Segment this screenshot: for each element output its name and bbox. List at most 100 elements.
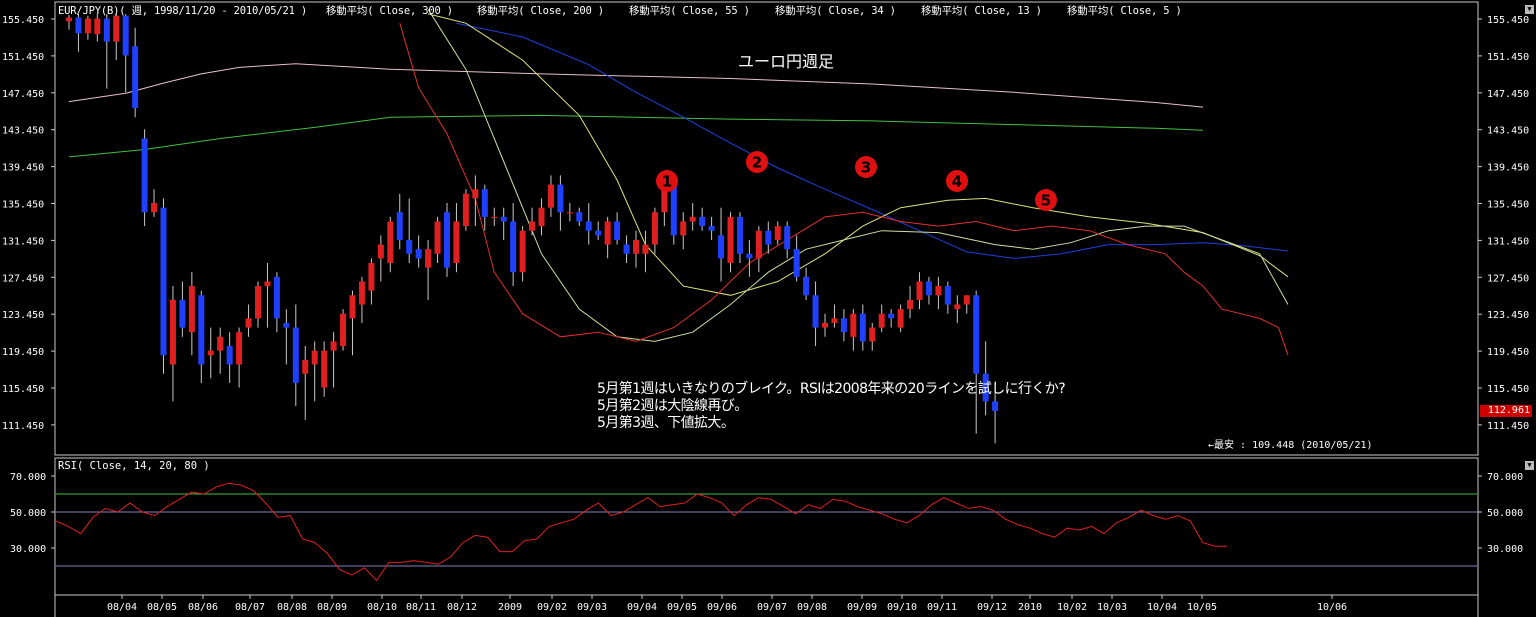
price-tick-label-left: 111.450: [2, 421, 44, 432]
candle-body: [916, 281, 923, 300]
candle-body: [491, 216, 498, 219]
candle-body: [481, 189, 488, 217]
price-tick-label-left: 115.450: [2, 384, 44, 395]
candle-body: [198, 295, 205, 365]
x-tick-label: 08/07: [235, 602, 265, 613]
ma-label-55: 移動平均( Close, 55 ): [629, 5, 750, 17]
candle-body: [793, 249, 800, 277]
marker-number-5: 5: [1041, 192, 1051, 210]
candle-body: [113, 15, 120, 42]
ma-line-55: [456, 22, 1289, 259]
candle-body: [736, 216, 743, 254]
marker-number-4: 4: [952, 173, 962, 191]
x-tick-label: 08/06: [188, 602, 218, 613]
last-price-badge: 112.961: [1480, 405, 1532, 417]
candle-body: [840, 318, 847, 333]
candle-body: [349, 295, 356, 319]
candle-body: [377, 244, 384, 259]
x-tick-label: 10/03: [1097, 602, 1127, 613]
x-tick-label: 09/06: [707, 602, 737, 613]
candle-body: [670, 184, 677, 236]
candle-body: [944, 286, 951, 305]
candle-body: [529, 221, 536, 231]
chart-canvas[interactable]: 155.450 155.450 151.450 151.450 147.450 147.4…: [0, 0, 1536, 617]
candle-body: [160, 207, 167, 356]
price-tick-label-right: 131.450: [1487, 236, 1529, 247]
candle-body: [207, 350, 214, 356]
rsi-tick-label-left: 30.000: [10, 544, 46, 555]
low-price-label: ←最安 : 109.448 (2010/05/21): [1208, 436, 1373, 451]
candle-body: [425, 249, 432, 268]
x-tick-label: 08/04: [107, 602, 137, 613]
candle-body: [169, 299, 176, 365]
rsi-tick-label-left: 50.000: [10, 508, 46, 519]
candle-body: [633, 239, 639, 254]
price-tick-label-right: 135.450: [1487, 200, 1529, 211]
candle-body: [462, 193, 469, 227]
x-tick-label: 09/05: [667, 602, 697, 613]
x-tick-label: 10/04: [1147, 602, 1177, 613]
price-tick-label-right: 111.450: [1487, 421, 1529, 432]
candle-body: [869, 327, 876, 342]
x-tick-label: 09/03: [577, 602, 607, 613]
ma-label-200: 移動平均( Close, 200 ): [477, 5, 604, 17]
candle-body: [897, 309, 904, 328]
price-tick-label-right: 139.450: [1487, 163, 1529, 174]
x-tick-label: 08/05: [147, 602, 177, 613]
x-tick-label: 09/02: [537, 602, 567, 613]
candle-body: [151, 203, 158, 213]
candle-body: [859, 313, 866, 342]
candle-body: [66, 17, 72, 22]
candle-body: [387, 221, 394, 264]
x-tick-label: 09/04: [627, 602, 657, 613]
candle-body: [878, 313, 885, 328]
x-tick-label: 09/08: [797, 602, 827, 613]
price-tick-label-left: 123.450: [2, 310, 44, 321]
candle-body: [236, 332, 243, 365]
x-tick-label: 09/12: [977, 602, 1007, 613]
candle-body: [75, 17, 82, 34]
candle-body: [907, 299, 914, 310]
candle-body: [614, 221, 621, 240]
candle-body: [973, 295, 980, 374]
candle-body: [595, 230, 602, 236]
candle-body: [500, 216, 507, 222]
candle-body: [651, 212, 658, 245]
candle-body: [406, 239, 413, 254]
rsi-label: RSI( Close, 14, 20, 80 ): [58, 460, 210, 472]
x-tick-label: 10/06: [1317, 602, 1347, 613]
price-tick-label-left: 155.450: [2, 15, 44, 26]
candle-body: [255, 286, 261, 319]
annotation-line-3: 5月第3週、下値拡大。: [597, 415, 735, 431]
ma-line-13: [427, 9, 1289, 342]
x-tick-label: 08/09: [317, 602, 347, 613]
candle-body: [623, 244, 630, 254]
price-tick-label-left: 147.450: [2, 89, 44, 100]
x-tick-label: 08/11: [406, 602, 436, 613]
candle-body: [935, 286, 942, 296]
candle-body: [472, 189, 479, 199]
marker-number-1: 1: [662, 173, 672, 191]
candle-body: [444, 212, 450, 268]
candle-body: [566, 212, 573, 214]
price-tick-label-right: 151.450: [1487, 52, 1529, 63]
candle-body: [689, 216, 696, 222]
price-tick-label-left: 143.450: [2, 126, 44, 137]
candle-body: [132, 46, 139, 109]
rsi-pane-collapse-icon[interactable]: ▼: [1525, 461, 1534, 470]
candle-body: [396, 212, 403, 240]
x-tick-label: 08/08: [277, 602, 307, 613]
candle-body: [954, 304, 961, 310]
candle-body: [188, 286, 195, 333]
rsi-tick-label-right: 70.000: [1487, 472, 1523, 483]
candle-body: [925, 281, 932, 296]
candle-body: [812, 295, 819, 328]
ma-line-200: [68, 114, 1204, 158]
price-pane-collapse-icon[interactable]: ▼: [1525, 5, 1534, 14]
candle-body: [510, 221, 517, 273]
candle-body: [264, 281, 271, 287]
price-tick-label-left: 127.450: [2, 273, 44, 284]
candle-body: [292, 327, 299, 383]
candle-body: [803, 276, 810, 296]
candle-body: [642, 244, 649, 254]
